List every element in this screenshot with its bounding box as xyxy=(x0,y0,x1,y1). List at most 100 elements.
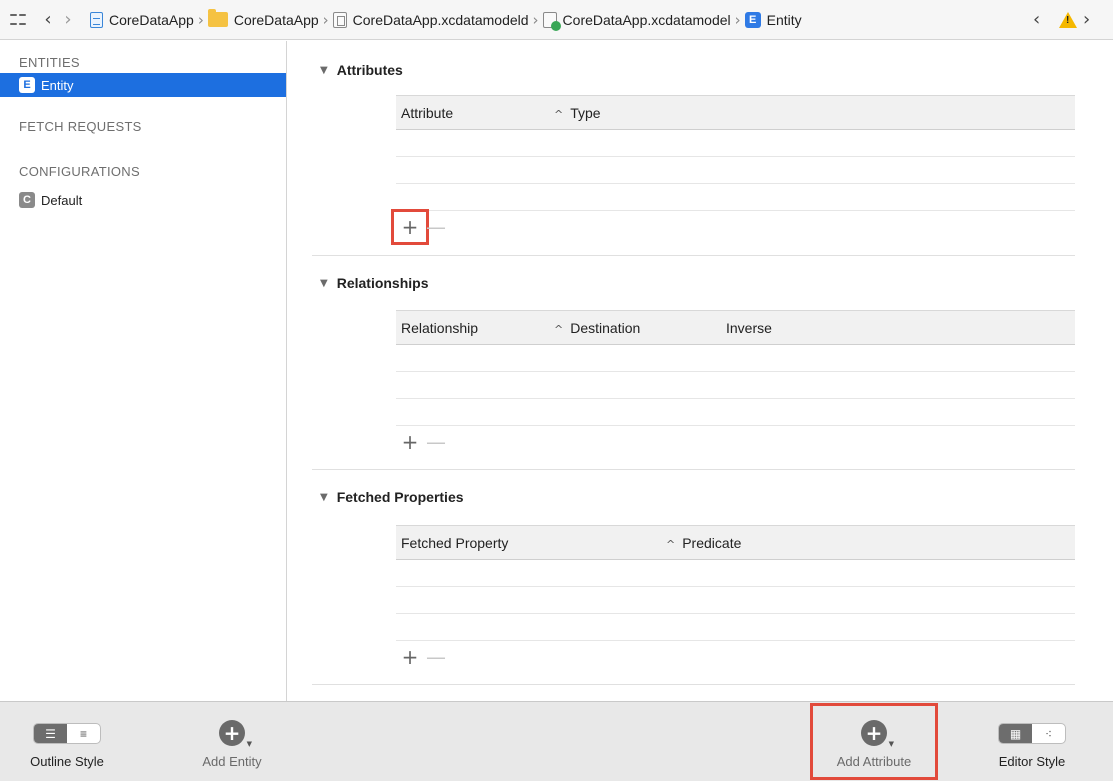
editor-style-segmented-control[interactable]: ▦ ⁖ xyxy=(998,723,1066,744)
table-header: Relationship ^ Destination Inverse xyxy=(396,310,1075,345)
breadcrumb-separator-icon: › xyxy=(322,10,329,29)
section-divider xyxy=(312,684,1075,685)
column-header-fetched-property[interactable]: Fetched Property xyxy=(401,535,508,551)
section-title: Relationships xyxy=(336,275,429,291)
add-fetched-property-button[interactable]: + xyxy=(396,644,424,670)
add-relationship-button[interactable]: + xyxy=(396,429,424,455)
section-divider xyxy=(312,469,1075,470)
table-row[interactable] xyxy=(396,157,1075,184)
project-file-icon xyxy=(90,11,103,28)
data-model-bundle-icon xyxy=(332,11,347,28)
entity-icon: E xyxy=(19,77,35,93)
previous-issue-icon[interactable]: ‹ xyxy=(1033,9,1053,30)
sidebar-item-default-configuration[interactable]: C Default xyxy=(0,188,286,212)
remove-relationship-button[interactable]: — xyxy=(424,429,448,455)
next-issue-icon[interactable]: › xyxy=(1083,9,1103,30)
column-header-relationship[interactable]: Relationship xyxy=(401,320,478,336)
section-divider xyxy=(312,255,1075,256)
fetch-requests-heading: FETCH REQUESTS xyxy=(19,119,142,134)
column-header-type[interactable]: ^ Type xyxy=(554,105,601,121)
relationships-add-remove: + — xyxy=(396,429,448,455)
checkmark-badge-icon xyxy=(550,20,561,31)
breadcrumb-item-model-file[interactable]: CoreDataApp.xcdatamodel xyxy=(542,11,731,31)
table-row[interactable] xyxy=(396,399,1075,426)
table-row[interactable] xyxy=(396,345,1075,372)
back-arrow-icon[interactable]: ‹ xyxy=(38,9,58,31)
sidebar-item-label: Entity xyxy=(41,77,74,93)
attributes-section-header[interactable]: ▼ Attributes xyxy=(320,62,403,78)
table-style-icon[interactable]: ☰ xyxy=(34,724,67,743)
sort-ascending-icon: ^ xyxy=(666,538,676,551)
outline-style-label: Outline Style xyxy=(30,754,104,769)
fetched-properties-add-remove: + — xyxy=(396,644,448,670)
breadcrumb-label: Entity xyxy=(766,11,802,28)
column-header-inverse[interactable]: Inverse xyxy=(726,320,772,336)
sort-ascending-icon: ^ xyxy=(554,323,564,336)
add-attribute-icon: + ▼ xyxy=(861,720,894,748)
add-attribute-button[interactable]: + ▼ Add Attribute xyxy=(826,720,922,769)
breadcrumb: CoreDataApp › CoreDataApp › CoreDataApp.… xyxy=(90,9,802,31)
breadcrumb-label: CoreDataApp xyxy=(233,11,319,28)
attributes-add-remove: + — xyxy=(391,209,448,245)
breadcrumb-item-entity[interactable]: E Entity xyxy=(744,11,802,28)
folder-icon xyxy=(207,9,228,27)
table-editor-icon[interactable]: ▦ xyxy=(999,724,1032,743)
remove-attribute-button[interactable]: — xyxy=(424,214,448,240)
table-row[interactable] xyxy=(396,184,1075,211)
outline-style-segmented-control[interactable]: ☰ ≡ xyxy=(33,723,101,744)
entity-icon: E xyxy=(744,11,761,28)
fetched-properties-section-header[interactable]: ▼ Fetched Properties xyxy=(320,489,464,505)
related-items-grid-icon[interactable] xyxy=(10,12,26,28)
entity-editor: ▼ Attributes Attribute ^ Type + — ▼ Relat… xyxy=(288,41,1113,701)
table-header: Fetched Property ^ Predicate xyxy=(396,525,1075,560)
disclosure-triangle-icon[interactable]: ▼ xyxy=(320,65,328,76)
warning-icon[interactable]: ! xyxy=(1059,11,1077,28)
table-row[interactable] xyxy=(396,587,1075,614)
breadcrumb-label: CoreDataApp.xcdatamodeld xyxy=(352,11,529,28)
editor-style-control: ▦ ⁖ Editor Style xyxy=(982,723,1082,769)
sidebar-item-entity[interactable]: E Entity xyxy=(0,73,286,97)
relationships-table: Relationship ^ Destination Inverse xyxy=(396,310,1075,426)
breadcrumb-item-model-bundle[interactable]: CoreDataApp.xcdatamodeld xyxy=(332,11,529,28)
breadcrumb-label: CoreDataApp.xcdatamodel xyxy=(562,11,731,28)
entities-heading: ENTITIES xyxy=(19,55,80,70)
entity-sidebar: ENTITIES E Entity FETCH REQUESTS CONFIGU… xyxy=(0,41,287,701)
table-row[interactable] xyxy=(396,614,1075,641)
editor-bottom-bar: ☰ ≡ Outline Style + ▼ Add Entity + ▼ Add A… xyxy=(0,701,1113,781)
add-entity-button[interactable]: + ▼ Add Entity xyxy=(187,720,277,769)
relationships-section-header[interactable]: ▼ Relationships xyxy=(320,275,429,291)
remove-fetched-property-button[interactable]: — xyxy=(424,644,448,670)
jump-bar: ‹ › CoreDataApp › CoreDataApp › CoreData… xyxy=(0,0,1113,40)
list-style-icon[interactable]: ≡ xyxy=(67,724,100,743)
configurations-heading: CONFIGURATIONS xyxy=(19,164,140,179)
table-header: Attribute ^ Type xyxy=(396,95,1075,130)
breadcrumb-item-folder[interactable]: CoreDataApp xyxy=(207,9,319,28)
forward-arrow-icon[interactable]: › xyxy=(58,9,78,31)
add-entity-label: Add Entity xyxy=(202,754,262,769)
outline-style-control: ☰ ≡ Outline Style xyxy=(22,723,112,769)
column-header-destination[interactable]: ^ Destination xyxy=(554,320,640,336)
breadcrumb-separator-icon: › xyxy=(734,10,741,29)
breadcrumb-label: CoreDataApp xyxy=(109,11,194,28)
breadcrumb-item-project[interactable]: CoreDataApp xyxy=(90,11,194,28)
dropdown-arrow-icon: ▼ xyxy=(888,740,894,748)
disclosure-triangle-icon[interactable]: ▼ xyxy=(320,492,328,503)
disclosure-triangle-icon[interactable]: ▼ xyxy=(320,278,328,289)
graph-editor-icon[interactable]: ⁖ xyxy=(1032,724,1065,743)
column-header-predicate[interactable]: ^ Predicate xyxy=(666,535,741,551)
fetched-properties-table: Fetched Property ^ Predicate xyxy=(396,525,1075,641)
dropdown-arrow-icon: ▼ xyxy=(246,740,252,748)
sort-ascending-icon: ^ xyxy=(554,108,564,121)
table-row[interactable] xyxy=(396,130,1075,157)
add-attribute-plus-button[interactable]: + xyxy=(391,209,429,245)
column-header-attribute[interactable]: Attribute xyxy=(401,105,453,121)
breadcrumb-separator-icon: › xyxy=(532,10,539,29)
attributes-table: Attribute ^ Type xyxy=(396,95,1075,211)
add-attribute-label: Add Attribute xyxy=(836,754,912,769)
add-entity-icon: + ▼ xyxy=(219,720,252,748)
editor-style-label: Editor Style xyxy=(998,754,1066,769)
issue-navigator: ‹ ! › xyxy=(1033,9,1103,30)
sidebar-item-label: Default xyxy=(41,192,83,208)
table-row[interactable] xyxy=(396,372,1075,399)
table-row[interactable] xyxy=(396,560,1075,587)
